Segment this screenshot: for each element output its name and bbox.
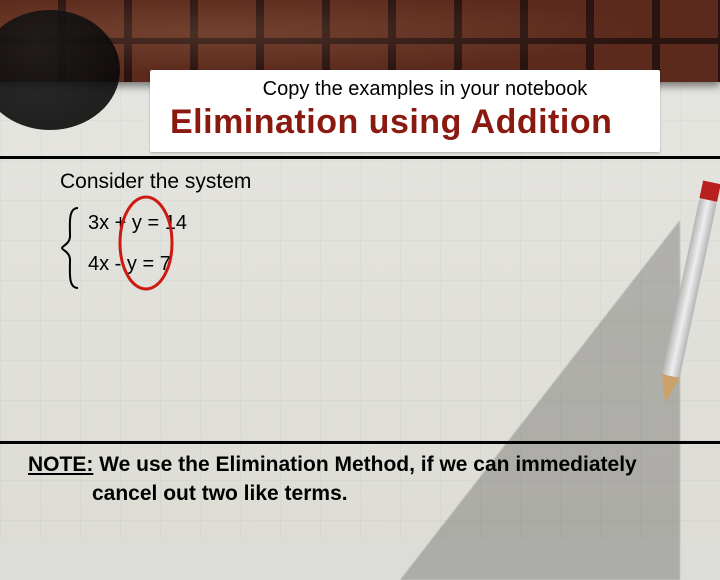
footer-note: NOTE: We use the Elimination Method, if … <box>28 451 680 508</box>
divider-top <box>0 156 720 159</box>
equation-system: 3x + y = 14 4x - y = 7 <box>60 212 660 276</box>
note-label: NOTE: <box>28 453 93 476</box>
equation-1: 3x + y = 14 <box>88 212 660 235</box>
slide-body: Consider the system 3x + y = 14 4x - y =… <box>60 170 660 294</box>
curly-brace-icon <box>60 206 82 290</box>
note-line2: cancel out two like terms. <box>28 480 348 508</box>
header-title: Elimination using Addition <box>170 103 640 142</box>
red-ellipse-annotation <box>114 192 178 294</box>
header-subtitle: Copy the examples in your notebook <box>170 78 640 101</box>
equation-2: 4x - y = 7 <box>88 253 660 276</box>
note-line1: We use the Elimination Method, if we can… <box>93 453 636 476</box>
consider-text: Consider the system <box>60 170 660 194</box>
header-card: Copy the examples in your notebook Elimi… <box>150 70 660 152</box>
divider-bottom <box>0 441 720 444</box>
